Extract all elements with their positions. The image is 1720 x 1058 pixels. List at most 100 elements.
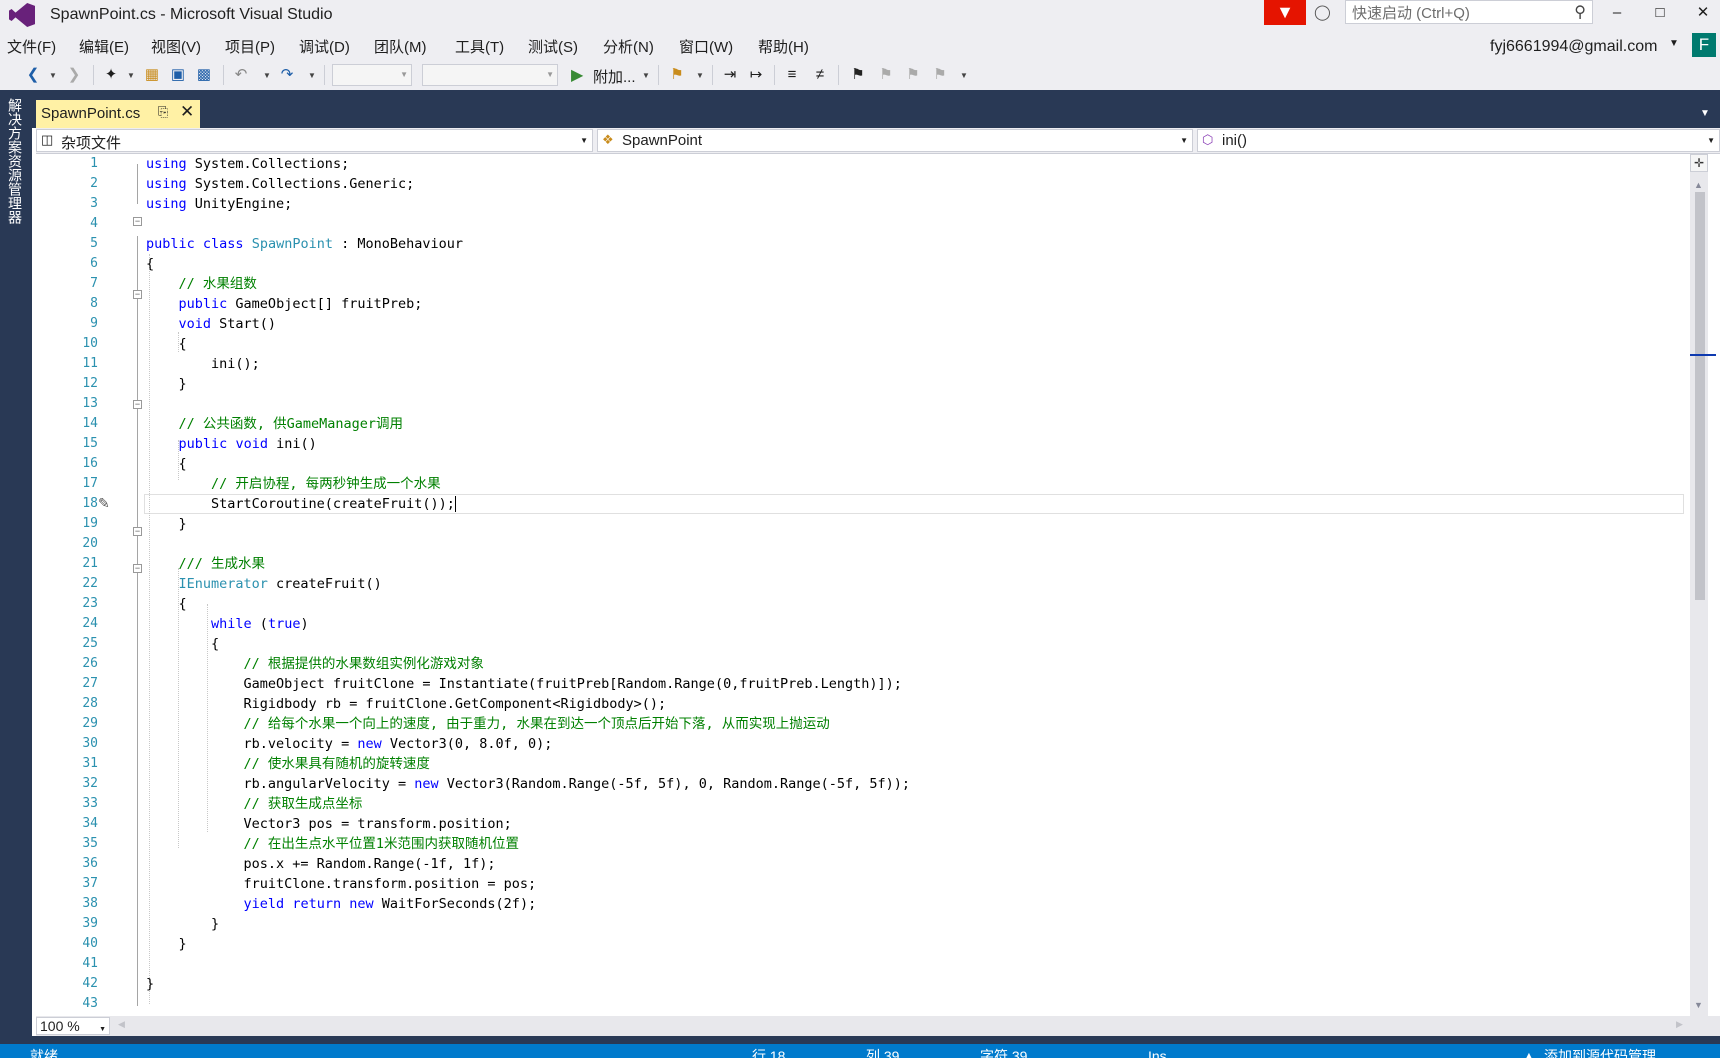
chevron-down-icon[interactable]: ▼ (127, 71, 135, 80)
code-line[interactable]: } (146, 934, 1676, 954)
menu-debug[interactable]: 调试(D) (299, 36, 350, 57)
code-line[interactable]: { (146, 634, 1676, 654)
collapse-toggle[interactable]: − (133, 217, 142, 226)
maximize-button[interactable]: □ (1643, 2, 1677, 26)
quick-launch-input[interactable] (1350, 3, 1564, 23)
menu-project[interactable]: 项目(P) (225, 36, 275, 57)
clear-bookmarks-icon[interactable]: ⚑ (930, 65, 950, 85)
menu-help[interactable]: 帮助(H) (758, 36, 809, 57)
code-line[interactable]: rb.angularVelocity = new Vector3(Random.… (146, 774, 1676, 794)
quick-action-brush-icon[interactable]: ✎ (98, 495, 110, 512)
code-line[interactable]: // 开启协程, 每两秒钟生成一个水果 (146, 474, 1676, 494)
code-line[interactable]: yield return new WaitForSeconds(2f); (146, 894, 1676, 914)
add-to-source-control-button[interactable]: 添加到源代码管理 (1544, 1044, 1656, 1058)
code-line[interactable]: { (146, 454, 1676, 474)
open-file-icon[interactable]: ▦ (142, 65, 162, 85)
code-text[interactable]: using System.Collections; using System.Co… (146, 154, 1676, 1014)
code-line[interactable]: public GameObject[] fruitPreb; (146, 294, 1676, 314)
code-editor[interactable]: 1 2 3 4 5 6 7 8 9 10 11 12 13 14 15 16 17 18 19 20 21 22 23 24 2… (36, 154, 1690, 1016)
scroll-left-arrow-icon[interactable]: ◀ (118, 1019, 125, 1030)
code-line[interactable] (146, 394, 1676, 414)
code-line[interactable] (146, 534, 1676, 554)
code-line[interactable]: rb.velocity = new Vector3(0, 8.0f, 0); (146, 734, 1676, 754)
pin-icon[interactable]: ⎘ (158, 104, 168, 120)
collapse-toggle[interactable]: − (133, 564, 142, 573)
code-line[interactable]: StartCoroutine(createFruit()); (146, 494, 1676, 514)
step-over-icon[interactable]: ↦ (746, 65, 766, 85)
comment-lines-icon[interactable]: ≡ (782, 65, 802, 85)
solution-explorer-tab[interactable]: 解决方案资源管理器 (7, 98, 25, 224)
collapse-toggle[interactable]: − (133, 527, 142, 536)
code-line[interactable]: pos.x += Random.Range(-1f, 1f); (146, 854, 1676, 874)
tab-overflow-icon[interactable]: ▼ (1700, 108, 1710, 119)
next-bookmark-icon[interactable]: ⚑ (903, 65, 923, 85)
code-line[interactable]: // 水果组数 (146, 274, 1676, 294)
solution-configuration-select[interactable]: ▼ (332, 64, 412, 86)
bookmark-icon[interactable]: ⚑ (848, 65, 868, 85)
collapse-toggle[interactable]: − (133, 290, 142, 299)
code-line[interactable]: Rigidbody rb = fruitClone.GetComponent<R… (146, 694, 1676, 714)
code-line[interactable]: fruitClone.transform.position = pos; (146, 874, 1676, 894)
chevron-down-icon[interactable]: ▼ (308, 71, 316, 80)
code-line[interactable]: using System.Collections.Generic; (146, 174, 1676, 194)
code-line[interactable]: { (146, 594, 1676, 614)
chevron-down-icon[interactable]: ▼ (642, 71, 650, 80)
tab-spawnpoint-cs[interactable]: SpawnPoint.cs ⎘ ✕ (36, 100, 200, 128)
code-line[interactable] (146, 994, 1676, 1014)
code-line[interactable]: GameObject fruitClone = Instantiate(frui… (146, 674, 1676, 694)
code-line[interactable] (146, 954, 1676, 974)
code-line[interactable]: using System.Collections; (146, 154, 1676, 174)
project-select[interactable]: ◫ 杂项文件 ▼ (36, 129, 593, 152)
new-project-icon[interactable]: ✦ (101, 65, 121, 85)
menu-analyze[interactable]: 分析(N) (603, 36, 654, 57)
code-line[interactable]: // 使水果具有随机的旋转速度 (146, 754, 1676, 774)
collapse-toggle[interactable]: − (133, 400, 142, 409)
account-email[interactable]: fyj6661994@gmail.com (1490, 38, 1657, 56)
close-icon[interactable]: ✕ (180, 102, 194, 122)
menu-tools[interactable]: 工具(T) (455, 36, 504, 57)
code-line[interactable]: public void ini() (146, 434, 1676, 454)
scroll-up-arrow-icon[interactable]: ▲ (1694, 180, 1703, 190)
class-select[interactable]: ❖ SpawnPoint ▼ (597, 129, 1193, 152)
chevron-down-icon[interactable]: ▼ (1669, 38, 1679, 49)
find-in-files-icon[interactable]: ⚑ (667, 65, 687, 85)
navigate-forward-icon[interactable]: ❯ (64, 65, 84, 85)
menu-file[interactable]: 文件(F) (7, 36, 56, 57)
code-line[interactable]: public class SpawnPoint : MonoBehaviour (146, 234, 1676, 254)
code-line[interactable]: IEnumerator createFruit() (146, 574, 1676, 594)
chevron-down-icon[interactable]: ▼ (263, 71, 271, 80)
code-line[interactable]: // 给每个水果一个向上的速度, 由于重力, 水果在到达一个顶点后开始下落, 从… (146, 714, 1676, 734)
menu-window[interactable]: 窗口(W) (679, 36, 733, 57)
code-line[interactable]: } (146, 374, 1676, 394)
live-share-icon[interactable]: ◯ (1314, 3, 1336, 23)
horizontal-scrollbar[interactable] (36, 1016, 1720, 1036)
code-line[interactable]: } (146, 974, 1676, 994)
code-line[interactable]: // 公共函数, 供GameManager调用 (146, 414, 1676, 434)
step-into-icon[interactable]: ⇥ (720, 65, 740, 85)
scroll-down-arrow-icon[interactable]: ▼ (1694, 1000, 1703, 1010)
code-line[interactable]: ini(); (146, 354, 1676, 374)
chevron-down-icon[interactable]: ▼ (696, 71, 704, 80)
code-line[interactable]: // 在出生点水平位置1米范围内获取随机位置 (146, 834, 1676, 854)
attach-button[interactable]: 附加... (593, 66, 636, 87)
redo-icon[interactable]: ↷ (277, 65, 297, 85)
feedback-icon[interactable]: ▼ (1264, 0, 1306, 25)
code-line[interactable]: // 根据提供的水果数组实例化游戏对象 (146, 654, 1676, 674)
code-line[interactable]: Vector3 pos = transform.position; (146, 814, 1676, 834)
undo-icon[interactable]: ↶ (231, 65, 251, 85)
minimize-button[interactable]: – (1600, 2, 1634, 26)
code-line[interactable]: /// 生成水果 (146, 554, 1676, 574)
menu-team[interactable]: 团队(M) (374, 36, 427, 57)
navigate-back-icon[interactable]: ❮ (23, 65, 43, 85)
member-select[interactable]: ⬡ ini() ▼ (1197, 129, 1720, 152)
code-line[interactable]: } (146, 514, 1676, 534)
code-line[interactable]: // 获取生成点坐标 (146, 794, 1676, 814)
code-line[interactable] (146, 214, 1676, 234)
code-line[interactable]: using UnityEngine; (146, 194, 1676, 214)
save-all-icon[interactable]: ▩ (194, 65, 214, 85)
previous-bookmark-icon[interactable]: ⚑ (876, 65, 896, 85)
scroll-right-arrow-icon[interactable]: ▶ (1676, 1019, 1683, 1030)
solution-platform-select[interactable]: ▼ (422, 64, 558, 86)
search-icon[interactable]: ⚲ (1574, 2, 1586, 22)
avatar[interactable]: F (1692, 33, 1716, 57)
